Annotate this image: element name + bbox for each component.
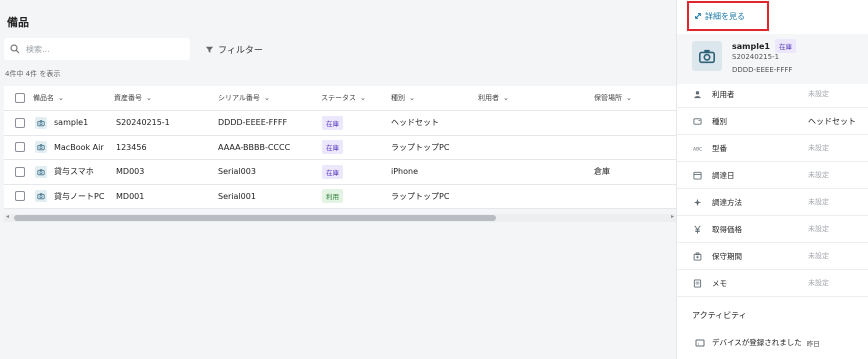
serial-number: DDDD-EEEE-FFFF <box>732 66 793 74</box>
status-badge: 在庫 <box>774 39 796 53</box>
serial-number: Serial001 <box>218 191 256 201</box>
table-header: 備品名 ⌄ 資産番号 ⌄ シリアル番号 ⌄ ステータス ⌄ 種別 ⌄ 利用者 ⌄ 保管場所 ⌄ <box>4 86 676 111</box>
field-procurement-date[interactable]: 調達日 未設定 <box>677 162 868 189</box>
column-header-name[interactable]: 備品名 ⌄ <box>33 86 64 110</box>
scrollbar-thumb[interactable] <box>14 215 496 221</box>
camera-icon <box>692 41 722 71</box>
serial-number: AAAA-BBBB-CCCC <box>218 142 291 152</box>
camera-icon <box>35 116 47 129</box>
chevron-down-icon: ⌄ <box>263 94 270 102</box>
detail-panel: 詳細を見る sample1 在庫 S20240215-1 DDDD-EEEE-F… <box>676 0 868 359</box>
serial-number: Serial003 <box>218 167 256 177</box>
activity-item: デバイスが登録されました 昨日 <box>695 337 820 348</box>
location-cell: 倉庫 <box>594 167 610 177</box>
user-icon <box>692 89 702 99</box>
equipment-table: 備品名 ⌄ 資産番号 ⌄ シリアル番号 ⌄ ステータス ⌄ 種別 ⌄ 利用者 ⌄ 保管場所 ⌄… <box>4 86 676 209</box>
row-checkbox[interactable] <box>15 185 25 209</box>
chevron-down-icon: ⌄ <box>146 94 152 102</box>
filter-label: フィルター <box>218 46 263 56</box>
asset-number: S20240215-1 <box>732 53 780 61</box>
chevron-down-icon: ⌄ <box>503 94 509 102</box>
chevron-down-icon: ⌄ <box>626 94 632 102</box>
warranty-icon <box>692 251 702 261</box>
search-box[interactable] <box>4 38 190 60</box>
column-header-status[interactable]: ステータス ⌄ <box>321 86 366 110</box>
item-name-cell: sample1 <box>35 111 88 135</box>
asset-number: MD003 <box>116 167 145 177</box>
filter-button[interactable]: フィルター <box>205 43 263 56</box>
table-row[interactable]: 貸与ノートPC MD001 Serial001 利用 ラップトップPC <box>4 185 676 209</box>
device-type-icon <box>692 116 702 126</box>
asset-number: S20240215-1 <box>116 118 170 128</box>
table-row[interactable]: 貸与スマホ MD003 Serial003 在庫 iPhone 倉庫 <box>4 160 676 185</box>
search-input[interactable] <box>26 44 176 54</box>
status-badge: 利用 <box>322 189 343 204</box>
procurement-icon <box>692 197 702 207</box>
horizontal-scrollbar[interactable]: ◂ ▸ <box>4 213 676 222</box>
chevron-down-icon: ⌄ <box>409 94 415 102</box>
row-checkbox[interactable] <box>15 111 25 135</box>
type-cell: ラップトップPC <box>391 142 450 152</box>
item-name: sample1 在庫 <box>732 39 796 53</box>
column-header-type[interactable]: 種別 ⌄ <box>391 86 415 110</box>
camera-icon <box>35 165 47 178</box>
select-all-checkbox[interactable] <box>15 86 25 110</box>
yen-icon <box>692 224 702 234</box>
field-procurement-method[interactable]: 調達方法 未設定 <box>677 189 868 216</box>
table-row[interactable]: sample1 S20240215-1 DDDD-EEEE-FFFF 在庫 ヘッ… <box>4 111 676 136</box>
chevron-down-icon: ⌄ <box>58 94 64 102</box>
activity-heading: アクティビティ <box>692 311 747 320</box>
column-header-serial[interactable]: シリアル番号 ⌄ <box>218 86 270 110</box>
scroll-left-arrow[interactable]: ◂ <box>6 213 9 220</box>
row-checkbox[interactable] <box>15 160 25 184</box>
field-memo[interactable]: メモ 未設定 <box>677 270 868 297</box>
page-title: 備品 <box>7 16 29 29</box>
asset-number: MD001 <box>116 191 145 201</box>
type-cell: ラップトップPC <box>391 191 450 201</box>
result-count: 4件中 4件 を表示 <box>5 70 61 78</box>
expand-icon <box>695 13 701 19</box>
status-badge: 在庫 <box>322 115 343 130</box>
type-cell: ヘッドセット <box>391 118 439 128</box>
status-badge: 在庫 <box>322 164 343 179</box>
camera-icon <box>35 190 47 203</box>
asset-number: 123456 <box>116 142 147 152</box>
calendar-icon <box>692 170 702 180</box>
model-icon: ABC <box>692 143 702 153</box>
serial-number: DDDD-EEEE-FFFF <box>218 118 288 128</box>
chevron-down-icon: ⌄ <box>360 94 366 102</box>
activity-time: 昨日 <box>806 339 820 348</box>
camera-icon <box>35 141 47 154</box>
field-user[interactable]: 利用者 未設定 <box>677 81 868 108</box>
field-type[interactable]: 種別 ヘッドセット <box>677 108 868 135</box>
memo-icon <box>692 278 702 288</box>
equipment-list-area: 備品 フィルター 4件中 4件 を表示 備品名⌄ 資産番号⌄ シリアル番号⌄ ス… <box>0 0 676 359</box>
status-cell: 在庫 <box>322 136 343 160</box>
filter-icon <box>205 46 214 53</box>
item-name-cell: 貸与スマホ <box>35 160 94 184</box>
row-checkbox[interactable] <box>15 136 25 160</box>
column-header-location[interactable]: 保管場所 ⌄ <box>594 86 632 110</box>
field-acquisition-price[interactable]: 取得価格 未設定 <box>677 216 868 243</box>
scroll-right-arrow[interactable]: ▸ <box>671 213 674 220</box>
column-header-asset[interactable]: 資産番号 ⌄ <box>114 86 152 110</box>
field-model[interactable]: ABC 型番 未設定 <box>677 135 868 162</box>
field-warranty-period[interactable]: 保守期間 未設定 <box>677 243 868 270</box>
item-name-cell: 貸与ノートPC <box>35 185 104 209</box>
status-cell: 在庫 <box>322 160 343 184</box>
status-cell: 在庫 <box>322 111 343 135</box>
device-registered-icon <box>695 339 705 346</box>
view-details-link[interactable]: 詳細を見る <box>687 1 769 31</box>
svg-text:ABC: ABC <box>693 146 702 152</box>
type-cell: iPhone <box>391 167 419 177</box>
status-badge: 在庫 <box>322 140 343 155</box>
search-icon <box>10 44 20 54</box>
column-header-user[interactable]: 利用者 ⌄ <box>478 86 509 110</box>
status-cell: 利用 <box>322 185 343 209</box>
table-row[interactable]: MacBook Air 123456 AAAA-BBBB-CCCC 在庫 ラップ… <box>4 136 676 160</box>
item-name-cell: MacBook Air <box>35 136 104 160</box>
